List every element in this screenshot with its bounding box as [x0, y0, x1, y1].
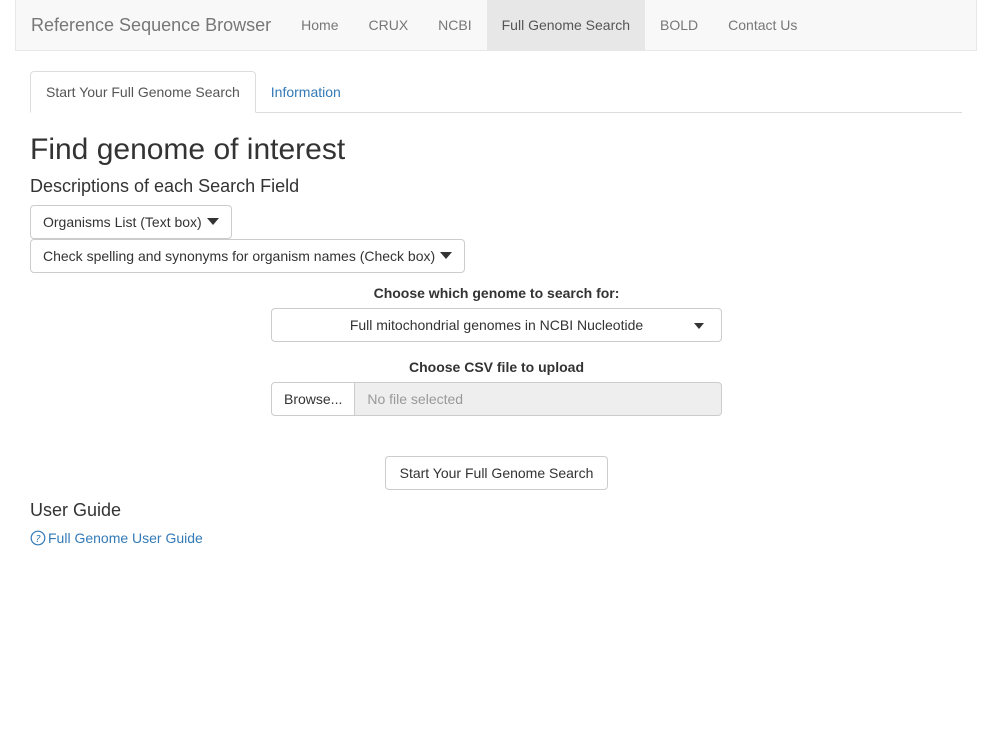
question-circle-icon: ? — [30, 530, 46, 546]
nav-link-crux[interactable]: CRUX — [354, 0, 424, 50]
user-guide-heading: User Guide — [30, 500, 122, 520]
user-guide-link-label: Full Genome User Guide — [48, 530, 203, 546]
tab-information[interactable]: Information — [256, 71, 356, 113]
spelling-synonyms-dropdown[interactable]: Check spelling and synonyms for organism… — [30, 239, 466, 273]
start-search-button[interactable]: Start Your Full Genome Search — [385, 456, 608, 490]
nav-link-contact-us[interactable]: Contact Us — [713, 0, 812, 50]
nav-link-home[interactable]: Home — [286, 0, 353, 50]
genome-select-label: Choose which genome to search for: — [373, 285, 620, 301]
genome-select[interactable]: Full mitochondrial genomes in NCBI Nucle… — [271, 308, 722, 342]
genome-select-value: Full mitochondrial genomes in NCBI Nucle… — [349, 317, 644, 333]
file-name-field: No file selected — [355, 382, 722, 416]
caret-down-icon — [440, 251, 453, 259]
csv-file-input: Browse... No file selected — [271, 382, 722, 416]
navbar-brand[interactable]: Reference Sequence Browser — [16, 0, 286, 50]
chevron-down-icon — [694, 323, 704, 329]
nav-link-full-genome-search[interactable]: Full Genome Search — [486, 0, 646, 50]
top-navbar: Reference Sequence Browser Home CRUX NCB… — [15, 0, 977, 51]
user-guide-link[interactable]: ? Full Genome User Guide — [30, 530, 203, 546]
csv-upload-label: Choose CSV file to upload — [408, 359, 584, 375]
browse-button[interactable]: Browse... — [271, 382, 356, 416]
navbar-links: Home CRUX NCBI Full Genome Search BOLD C… — [286, 0, 812, 50]
tab-start-search[interactable]: Start Your Full Genome Search — [30, 71, 256, 113]
nav-link-bold[interactable]: BOLD — [645, 0, 713, 50]
caret-down-icon — [206, 217, 219, 225]
nav-link-ncbi[interactable]: NCBI — [423, 0, 486, 50]
spelling-synonyms-dropdown-label: Check spelling and synonyms for organism… — [43, 248, 436, 264]
descriptions-heading: Descriptions of each Search Field — [30, 176, 300, 196]
organisms-list-dropdown[interactable]: Organisms List (Text box) — [30, 205, 232, 239]
svg-text:?: ? — [35, 534, 41, 545]
page-title: Find genome of interest — [30, 133, 346, 166]
tab-bar: Start Your Full Genome Search Informatio… — [30, 71, 962, 113]
organisms-list-dropdown-label: Organisms List (Text box) — [43, 214, 202, 230]
